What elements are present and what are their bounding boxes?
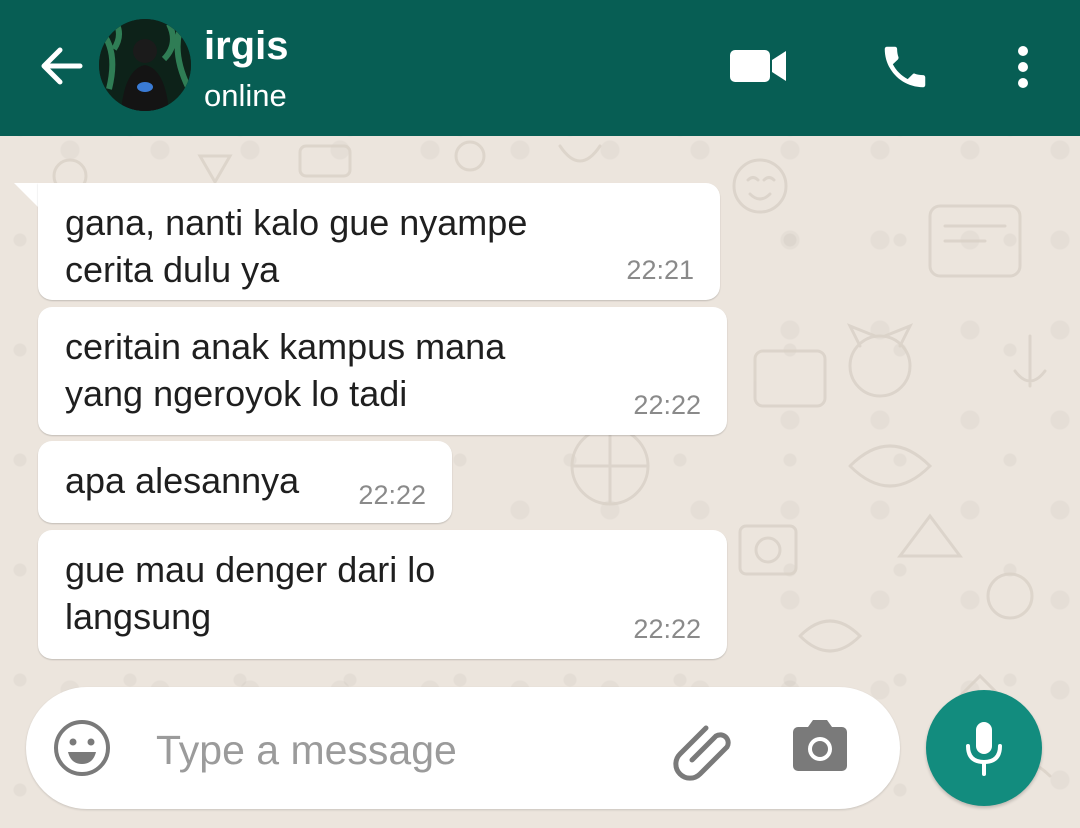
contact-name[interactable]: irgis (204, 22, 288, 70)
avatar-image (99, 19, 191, 111)
phone-icon[interactable] (878, 40, 932, 94)
message-text: gue mau denger dari lo langsung (65, 549, 436, 637)
chat-header: irgis online (0, 0, 1080, 136)
message-bubble[interactable]: ceritain anak kampus mana yang ngeroyok … (38, 307, 727, 435)
message-time: 22:22 (633, 390, 701, 420)
mic-button[interactable] (926, 690, 1042, 806)
message-time: 22:22 (358, 480, 426, 510)
avatar[interactable] (99, 19, 191, 111)
message-time: 22:22 (633, 614, 701, 644)
emoji-icon[interactable] (52, 718, 112, 778)
message-time: 22:21 (626, 255, 694, 285)
attach-icon[interactable] (670, 716, 736, 782)
mic-icon (966, 722, 1002, 776)
contact-status: online (204, 78, 287, 113)
message-input[interactable] (156, 722, 636, 778)
video-call-icon[interactable] (728, 46, 788, 86)
message-text: ceritain anak kampus mana yang ngeroyok … (65, 326, 506, 414)
message-text: gana, nanti kalo gue nyampe cerita dulu … (65, 202, 528, 290)
message-bubble[interactable]: gue mau denger dari lo langsung 22:22 (38, 530, 727, 659)
camera-icon[interactable] (789, 716, 851, 774)
back-arrow-icon[interactable] (36, 40, 88, 92)
more-vert-icon[interactable] (1008, 44, 1038, 90)
message-bubble[interactable]: apa alesannya 22:22 (38, 441, 452, 523)
message-bubble[interactable]: gana, nanti kalo gue nyampe cerita dulu … (38, 183, 720, 300)
message-text: apa alesannya (65, 460, 300, 501)
